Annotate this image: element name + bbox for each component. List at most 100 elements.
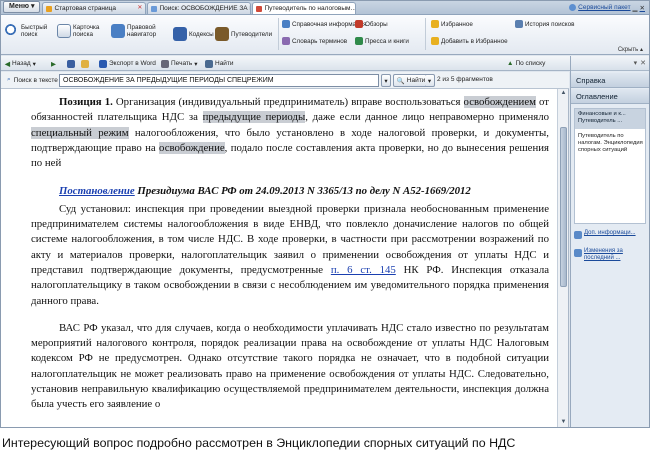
service-link[interactable]: Сервисный пакет ▁ ✕ [569,1,649,14]
star-icon [431,20,439,28]
magnifier-icon: ⌕ [7,76,11,83]
binoculars-icon [205,59,213,68]
search-highlight: специальный режим [31,126,129,139]
side-panel: ▾ ✕ Справка Оглавление Финансовые и к...… [570,56,649,427]
find-button[interactable]: 🔍 Найти [393,74,429,87]
recent-changes-link[interactable]: Изменения за последний ... [574,248,644,262]
navigation-toolbar: ◀ Назад ▾ ▶ Экспорт в Word Печать ▾ Найт… [1,56,649,71]
chevron-down-icon: ▾ [30,3,35,10]
arrow-left-icon: ◀ [5,60,10,68]
find-in-text-label: ⌕ Поиск в тексте [7,76,58,84]
folder-icon [81,59,89,68]
printer-icon [161,59,169,68]
codes-icon [173,27,187,41]
chevron-down-icon: ▾ [384,77,388,85]
favorites-button[interactable]: Избранное [431,20,473,28]
tab-contents[interactable]: Оглавление [571,89,649,104]
reference-info-button[interactable]: Справочная информация [282,20,367,28]
minimize-icon[interactable]: ▁ [633,4,638,12]
info-page-icon [574,231,582,239]
search-highlight: освобождение [159,141,225,154]
card-search-icon [57,24,71,38]
press-icon [355,37,363,45]
floppy-icon [67,59,75,68]
save-button[interactable] [67,58,75,69]
by-list-button[interactable]: ▲ По списку [507,58,545,69]
chevron-down-icon: ▾ [32,60,36,68]
collapse-ribbon-button[interactable]: Скрыть ▴ [618,46,643,53]
app-window: Меню ▾ Стартовая страница ✕ Поиск: ОСВОБ… [0,0,650,428]
document-text: Позиция 1. Организация (индивидуальный п… [31,95,549,413]
card-search-button[interactable]: Карточка поиска [57,24,109,38]
tab-search[interactable]: Поиск: ОСВОБОЖДЕНИЕ ЗА ПРЕД... ✕ [147,2,252,14]
find-in-text-input[interactable] [59,74,379,87]
magnifier-icon [5,24,19,38]
menu-button[interactable]: Меню ▾ [3,1,41,13]
print-button[interactable]: Печать ▾ [161,58,198,69]
find-dropdown-button[interactable]: ▾ [381,74,391,87]
ribbon-separator [278,18,279,50]
chevron-down-icon: ▾ [194,60,198,68]
scroll-down-arrow[interactable]: ▼ [560,419,567,426]
folder-button[interactable] [81,58,89,69]
chevron-down-icon: ▾ [427,77,432,85]
find-result-count: 2 из 5 фрагментов [437,76,493,83]
scroll-up-arrow[interactable]: ▲ [560,90,567,97]
dictionary-icon [282,37,290,45]
ribbon: Быстрый поиск Карточка поиска Правовой н… [1,15,649,55]
find-next-arrow[interactable]: ▾ [425,74,435,87]
navigator-icon [111,24,125,38]
search-history-button[interactable]: История поисков [515,20,574,28]
add-star-icon [431,37,439,45]
close-window-icon[interactable]: ✕ [640,4,645,12]
ruling-reference: Постановление Президиума ВАС РФ от 24.09… [59,185,471,198]
search-highlight: предыдущие периоды [202,111,306,124]
export-word-button[interactable]: Экспорт в Word [99,58,156,69]
document-scrollbar[interactable]: ▲ ▼ [557,89,568,427]
find-toolbar-button[interactable]: Найти [205,58,234,69]
guide-book-icon [215,27,229,41]
article-link[interactable]: п. 6 ст. 145 [331,264,396,276]
tab-reference[interactable]: Справка [571,73,649,88]
arrow-right-icon: ▶ [51,60,56,68]
document-view: Позиция 1. Организация (индивидуальный п… [1,89,569,427]
arrow-up-icon: ▲ [507,60,514,67]
tab-start-page[interactable]: Стартовая страница ✕ [42,2,147,14]
document-tab-icon [256,5,263,12]
tree-item-selected[interactable]: Финансовые и к... Путеводитель ... [575,109,645,129]
court-opinion-paragraph: ВАС РФ указал, что для случаев, когда о … [31,321,549,411]
add-favorites-button[interactable]: Добавить в Избранное [431,37,508,45]
dictionary-button[interactable]: Словарь терминов [282,37,347,45]
back-button[interactable]: ◀ Назад ▾ [5,58,36,69]
contents-tree: Финансовые и к... Путеводитель ... Путев… [574,108,646,224]
chevron-up-icon: ▴ [639,47,643,53]
position-paragraph: Позиция 1. Организация (индивидуальный п… [31,96,550,170]
forward-button[interactable]: ▶ [51,58,56,69]
legal-navigator-button[interactable]: Правовой навигатор [111,24,171,38]
codes-button[interactable]: Кодексы [173,27,214,41]
tab-guide[interactable]: Путеводитель по налоговым... ✕ [252,2,357,14]
additional-info-link[interactable]: Доп. информаци... [574,230,644,239]
guides-button[interactable]: Путеводители [215,27,277,41]
tab-bar: Меню ▾ Стартовая страница ✕ Поиск: ОСВОБ… [1,1,649,15]
ribbon-separator [425,18,426,50]
scrollbar-thumb[interactable] [560,127,567,287]
ruling-link[interactable]: Постановление [59,185,135,197]
quick-search-button[interactable]: Быстрый поиск [5,24,55,38]
tree-item-guide[interactable]: Путеводитель по налогам. Энциклопедия сп… [578,133,644,154]
search-highlight: освобождением [463,96,536,108]
pin-icon[interactable]: ▾ [634,59,638,67]
panel-header: ▾ ✕ [571,56,649,71]
reviews-icon [355,20,363,28]
changes-page-icon [574,249,582,257]
press-button[interactable]: Пресса и книги [355,37,409,45]
figure-caption: Интересующий вопрос подробно рассмотрен … [2,436,516,450]
home-icon [46,5,53,12]
court-finding-paragraph: Суд установил: инспекция при проведении … [31,202,550,307]
reviews-button[interactable]: Обзоры [355,20,388,28]
word-icon [99,59,107,68]
info-icon [282,20,290,28]
close-icon[interactable]: ✕ [137,3,142,14]
close-icon[interactable]: ✕ [640,59,646,67]
find-in-text-bar: ⌕ Поиск в тексте ▾ 🔍 Найти ▾ 2 из 5 фраг… [1,72,569,89]
